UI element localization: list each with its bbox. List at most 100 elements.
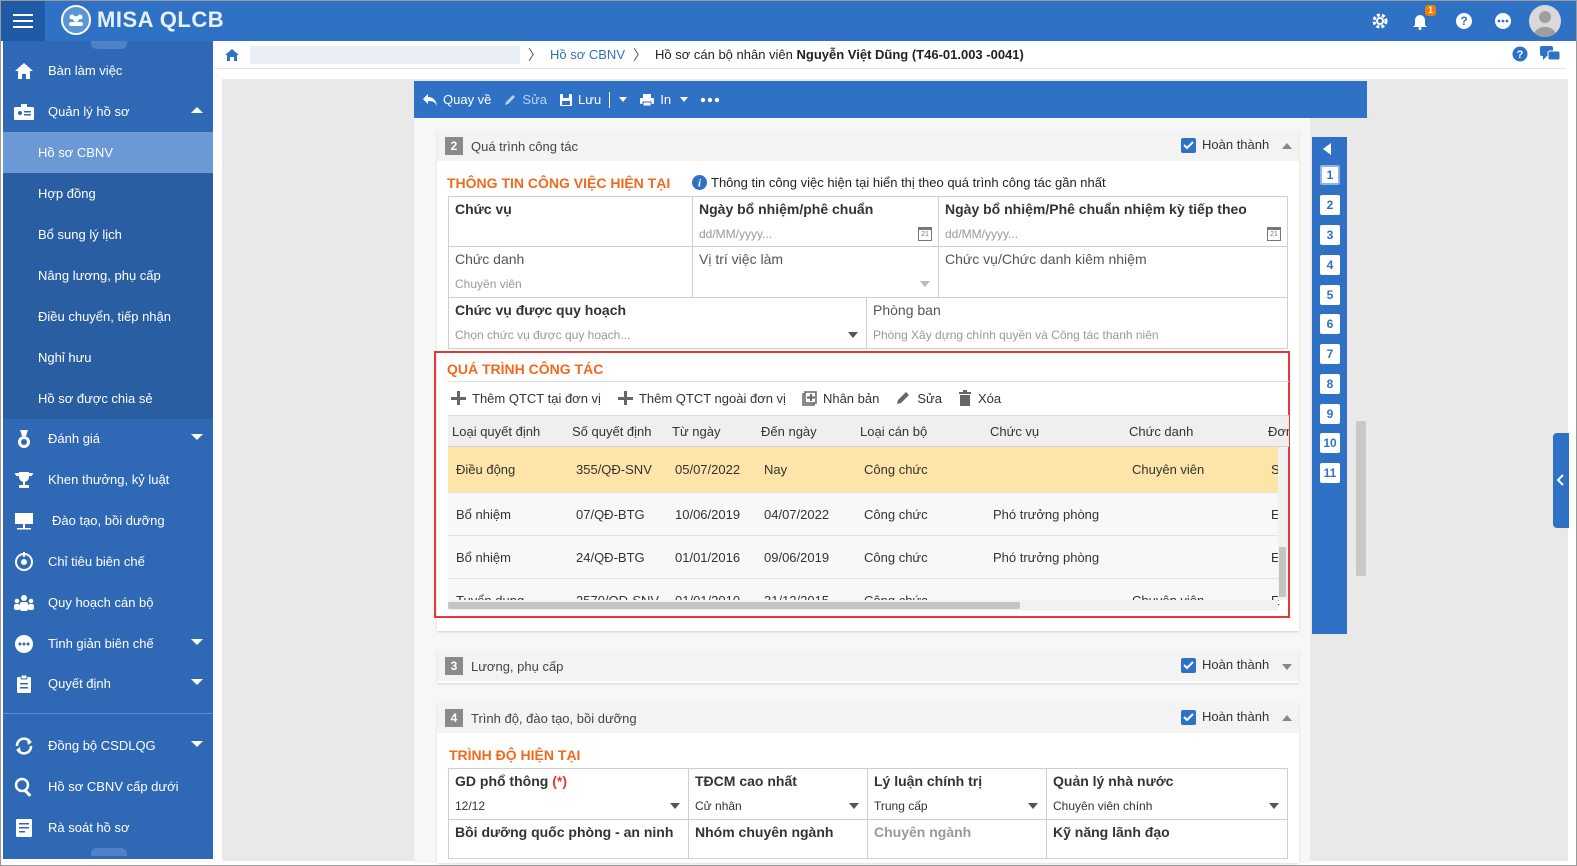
complete-checkbox[interactable] <box>1181 710 1196 725</box>
calendar-icon[interactable]: 21 <box>918 227 932 241</box>
collapse-section-icon[interactable] <box>1282 715 1292 721</box>
nav-section-4[interactable]: 4 <box>1320 255 1340 275</box>
menu-icon[interactable] <box>1 1 45 41</box>
leadership-skill-field[interactable]: Kỹ năng lãnh đạo <box>1046 819 1288 859</box>
section-header[interactable]: 3 Lương, phụ cấp Hoàn thành <box>437 651 1299 681</box>
nav-section-6[interactable]: 6 <box>1320 314 1340 334</box>
title-field[interactable]: Chức danh Chuyên viên <box>448 246 693 298</box>
complete-checkbox[interactable] <box>1181 658 1196 673</box>
main-scrollbar[interactable] <box>1356 421 1366 576</box>
nav-section-9[interactable]: 9 <box>1320 404 1340 424</box>
general-education-field[interactable]: GD phổ thông (*) 12/12 <box>448 768 689 820</box>
help-icon[interactable]: ? <box>1512 46 1528 65</box>
sidebar-item-cv-supplement[interactable]: Bổ sung lý lịch <box>3 214 213 255</box>
sidebar-item-staff-profile[interactable]: Hồ sơ CBNV <box>3 132 213 173</box>
scroll-thumb[interactable] <box>448 602 1020 609</box>
chevron-down-icon[interactable] <box>848 332 858 338</box>
side-panel-toggle[interactable] <box>1553 433 1569 528</box>
nav-section-10[interactable]: 10 <box>1320 433 1340 453</box>
save-dropdown-icon[interactable] <box>619 97 628 102</box>
help-icon[interactable]: ? <box>1453 10 1475 32</box>
calendar-icon[interactable]: 21 <box>1267 227 1281 241</box>
sidebar-item-downsizing[interactable]: Tinh giản biên chế <box>3 623 213 664</box>
section-header[interactable]: 4 Trình độ, đào tạo, bồi dưỡng Hoàn thàn… <box>437 703 1299 733</box>
nav-section-1[interactable]: 1 <box>1320 165 1340 185</box>
sidebar-item-rewards-discipline[interactable]: Khen thưởng, kỷ luật <box>3 459 213 500</box>
sidebar-item-profile-management[interactable]: Quản lý hồ sơ <box>3 91 213 132</box>
col-from-date[interactable]: Từ ngày <box>672 424 720 439</box>
collapse-section-icon[interactable] <box>1282 143 1292 149</box>
defense-security-field[interactable]: Bồi dưỡng quốc phòng - an ninh <box>448 819 689 859</box>
job-position-field[interactable]: Vị trí việc làm <box>692 246 939 298</box>
col-title[interactable]: Chức danh <box>1129 424 1193 439</box>
sidebar-item-training[interactable]: Đào tạo, bồi dưỡng <box>3 500 213 541</box>
delete-button[interactable]: Xóa <box>958 390 1001 406</box>
sidebar-item-staffing-quota[interactable]: Chỉ tiêu biên chế <box>3 541 213 582</box>
chevron-down-icon[interactable] <box>1269 803 1279 809</box>
app-logo[interactable]: MISA QLCB <box>61 5 224 35</box>
sidebar-item-staff-planning[interactable]: Quy hoạch cán bộ <box>3 582 213 623</box>
concurrent-position-field[interactable]: Chức vụ/Chức danh kiêm nhiệm <box>938 246 1288 298</box>
major-field[interactable]: Chuyên ngành <box>867 819 1047 859</box>
breadcrumb-unit[interactable] <box>250 45 520 64</box>
political-theory-field[interactable]: Lý luận chính trị Trung cấp <box>867 768 1047 820</box>
more-actions-icon[interactable] <box>700 97 720 103</box>
breadcrumb-staff-profile[interactable]: Hồ sơ CBNV <box>550 47 625 62</box>
edit-button[interactable]: Sửa <box>503 92 547 107</box>
sidebar-item-transfer[interactable]: Điều chuyển, tiếp nhận <box>3 296 213 337</box>
sidebar-item-retirement[interactable]: Nghỉ hưu <box>3 337 213 378</box>
col-unit[interactable]: Đơn <box>1268 424 1289 439</box>
sidebar-item-dashboard[interactable]: Bàn làm việc <box>3 50 213 91</box>
sidebar-item-subordinate-profiles[interactable]: Hồ sơ CBNV cấp dưới <box>3 766 213 807</box>
more-icon[interactable] <box>1492 10 1514 32</box>
sidebar-item-contracts[interactable]: Hợp đồng <box>3 173 213 214</box>
appointment-date-field[interactable]: Ngày bổ nhiệm/phê chuẩn dd/MM/yyyy... 21 <box>692 196 939 247</box>
department-field[interactable]: Phòng ban Phòng Xây dựng chính quyền và … <box>866 297 1288 349</box>
sidebar-scroll-up[interactable] <box>91 41 127 49</box>
sidebar-scroll-down[interactable] <box>91 848 127 856</box>
complete-checkbox[interactable] <box>1181 138 1196 153</box>
nav-section-2[interactable]: 2 <box>1320 195 1340 215</box>
sidebar-item-sync-csdlqg[interactable]: Đồng bộ CSDLQG <box>3 725 213 766</box>
section-header[interactable]: 2 Quá trình công tác Hoàn thành <box>437 131 1299 161</box>
chevron-down-icon[interactable] <box>920 281 930 287</box>
grid-horizontal-scrollbar[interactable] <box>448 600 1278 610</box>
grid-edit-button[interactable]: Sửa <box>895 390 942 406</box>
home-icon[interactable] <box>224 48 240 62</box>
table-row[interactable]: Điều động 355/QĐ-SNV 05/07/2022 Nay Công… <box>448 447 1280 493</box>
chat-icon[interactable] <box>1540 46 1561 65</box>
nav-section-7[interactable]: 7 <box>1320 344 1340 364</box>
planned-position-field[interactable]: Chức vụ được quy hoạch Chọn chức vụ được… <box>448 297 867 349</box>
sidebar-item-profile-review[interactable]: Rà soát hồ sơ <box>3 807 213 848</box>
sidebar-item-decisions[interactable]: Quyết định <box>3 663 213 704</box>
add-external-button[interactable]: Thêm QTCT ngoài đơn vị <box>617 390 786 406</box>
highest-degree-field[interactable]: TĐCM cao nhất Cử nhân <box>688 768 868 820</box>
print-button[interactable]: In <box>639 92 689 107</box>
position-field[interactable]: Chức vụ <box>448 196 693 247</box>
nav-section-5[interactable]: 5 <box>1320 285 1340 305</box>
avatar[interactable] <box>1529 5 1561 37</box>
chevron-down-icon[interactable] <box>849 803 859 809</box>
nav-section-11[interactable]: 11 <box>1320 463 1340 483</box>
nav-section-8[interactable]: 8 <box>1320 374 1340 394</box>
expand-section-icon[interactable] <box>1282 664 1292 670</box>
next-term-date-field[interactable]: Ngày bổ nhiệm/Phê chuẩn nhiệm kỳ tiếp th… <box>938 196 1288 247</box>
state-management-field[interactable]: Quản lý nhà nước Chuyên viên chính <box>1046 768 1288 820</box>
major-group-field[interactable]: Nhóm chuyên ngành <box>688 819 868 859</box>
col-decision-type[interactable]: Loại quyết định <box>452 424 540 439</box>
sidebar-item-shared-profiles[interactable]: Hồ sơ được chia sẻ <box>3 378 213 419</box>
col-position[interactable]: Chức vụ <box>990 424 1039 439</box>
collapse-nav-icon[interactable] <box>1323 143 1331 155</box>
gear-icon[interactable] <box>1369 10 1391 32</box>
scroll-thumb[interactable] <box>1279 547 1286 597</box>
col-staff-type[interactable]: Loại cán bộ <box>860 424 927 439</box>
table-row[interactable]: Bổ nhiệm 24/QĐ-BTG 01/01/2016 09/06/2019… <box>448 536 1280 579</box>
col-decision-number[interactable]: Số quyết định <box>572 424 652 439</box>
add-internal-button[interactable]: Thêm QTCT tại đơn vị <box>450 390 601 406</box>
nav-section-3[interactable]: 3 <box>1320 225 1340 245</box>
duplicate-button[interactable]: Nhân bản <box>802 391 879 406</box>
sidebar-item-salary-raise[interactable]: Nâng lương, phụ cấp <box>3 255 213 296</box>
sidebar-item-evaluation[interactable]: Đánh giá <box>3 418 213 459</box>
chevron-down-icon[interactable] <box>1028 803 1038 809</box>
back-button[interactable]: Quay về <box>422 92 491 107</box>
